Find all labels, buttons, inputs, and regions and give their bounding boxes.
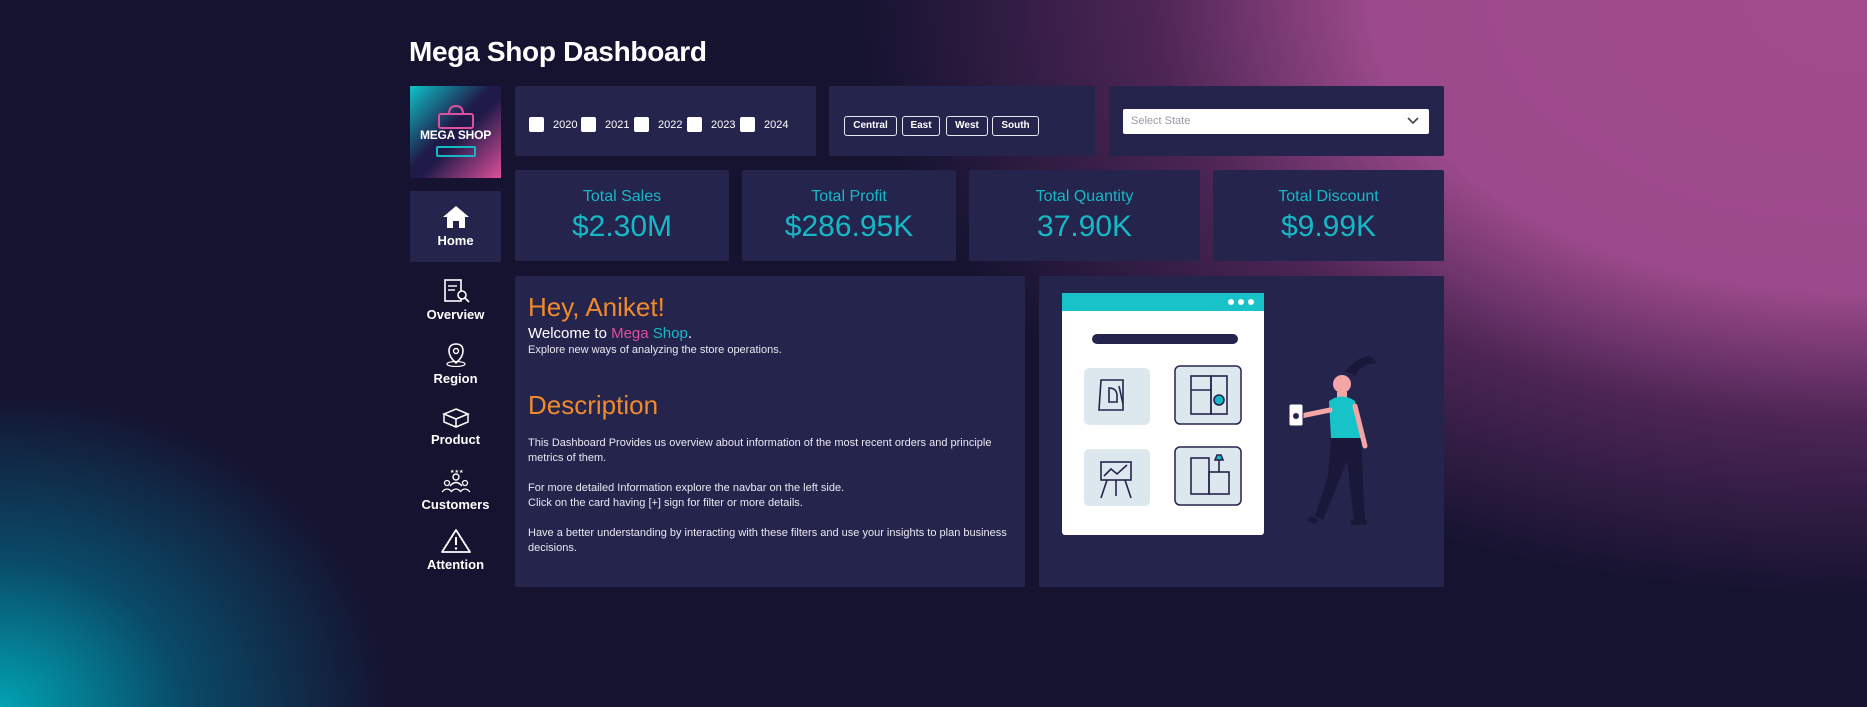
sidebar-item-product[interactable]: Product bbox=[410, 408, 501, 447]
description-paragraph: Click on the card having [+] sign for fi… bbox=[528, 497, 803, 509]
region-button-central[interactable]: Central bbox=[844, 116, 897, 136]
illustration-panel bbox=[1039, 276, 1444, 587]
kpi-label: Total Quantity bbox=[1035, 188, 1134, 205]
region-button-east[interactable]: East bbox=[902, 116, 940, 136]
kpi-card-total-quantity[interactable]: Total Quantity 37.90K bbox=[969, 170, 1200, 261]
year-label: 2023 bbox=[711, 118, 736, 131]
description-paragraph: Have a better understanding by interacti… bbox=[528, 527, 1007, 554]
kpi-value: $286.95K bbox=[784, 210, 914, 243]
brand-shop: Shop bbox=[652, 325, 688, 342]
kpi-label: Total Profit bbox=[811, 188, 887, 205]
sidebar-item-label: Home bbox=[437, 233, 474, 248]
home-icon bbox=[442, 206, 469, 228]
kpi-value: 37.90K bbox=[1036, 210, 1133, 243]
year-checkbox-2021[interactable]: 2021 bbox=[581, 117, 629, 132]
welcome-subtitle: Explore new ways of analyzing the store … bbox=[528, 344, 782, 356]
sidebar-item-home[interactable]: Home bbox=[410, 191, 501, 262]
logo[interactable]: MEGA SHOP bbox=[410, 86, 501, 178]
box-icon bbox=[441, 408, 470, 428]
sidebar-item-label: Customers bbox=[421, 497, 490, 512]
kpi-card-total-discount[interactable]: Total Discount $9.99K bbox=[1213, 170, 1444, 261]
year-label: 2024 bbox=[764, 118, 789, 131]
kpi-label: Total Sales bbox=[582, 188, 662, 205]
description-paragraph: For more detailed Information explore th… bbox=[528, 482, 845, 494]
region-button-west[interactable]: West bbox=[946, 116, 988, 136]
kpi-value: $2.30M bbox=[571, 210, 673, 243]
region-button-south[interactable]: South bbox=[992, 116, 1039, 136]
year-checkbox-2024[interactable]: 2024 bbox=[740, 117, 788, 132]
kpi-card-total-sales[interactable]: Total Sales $2.30M bbox=[515, 170, 729, 261]
svg-text:★★★: ★★★ bbox=[450, 469, 464, 475]
sidebar-item-region[interactable]: Region bbox=[410, 343, 501, 386]
greeting-heading: Hey, Aniket! bbox=[528, 292, 665, 322]
map-pin-icon bbox=[445, 343, 466, 367]
year-label: 2021 bbox=[605, 118, 630, 131]
state-select-placeholder: Select State bbox=[1131, 115, 1191, 127]
sidebar-item-label: Product bbox=[430, 432, 481, 447]
sidebar-item-label: Attention bbox=[426, 557, 485, 572]
description-paragraph: This Dashboard Provides us overview abou… bbox=[528, 437, 992, 464]
shopping-bag-icon bbox=[438, 104, 474, 129]
chevron-down-icon bbox=[1407, 117, 1419, 125]
sidebar-item-label: Overview bbox=[426, 307, 485, 322]
welcome-suffix: . bbox=[687, 325, 693, 342]
logo-text: MEGA SHOP bbox=[419, 128, 492, 142]
year-checkbox-2022[interactable]: 2022 bbox=[634, 117, 682, 132]
sidebar-item-attention[interactable]: Attention bbox=[410, 529, 501, 572]
kpi-label: Total Discount bbox=[1278, 188, 1379, 205]
sidebar-item-label: Region bbox=[433, 371, 478, 386]
logo-underline bbox=[436, 146, 476, 157]
warning-icon bbox=[440, 529, 471, 553]
year-label: 2022 bbox=[658, 118, 683, 131]
sidebar-item-customers[interactable]: ★★★ Customers bbox=[410, 469, 501, 512]
sidebar-item-overview[interactable]: Overview bbox=[410, 279, 501, 322]
welcome-prefix: Welcome to bbox=[528, 325, 612, 342]
shopping-illustration bbox=[1062, 293, 1377, 535]
document-search-icon bbox=[443, 279, 470, 303]
brand-mega: Mega bbox=[611, 325, 649, 342]
year-checkbox-2020[interactable]: 2020 bbox=[529, 117, 577, 132]
year-checkbox-2023[interactable]: 2023 bbox=[687, 117, 735, 132]
users-icon: ★★★ bbox=[441, 469, 470, 493]
page-title: Mega Shop Dashboard bbox=[409, 36, 707, 67]
description-heading: Description bbox=[528, 390, 659, 420]
year-label: 2020 bbox=[553, 118, 578, 131]
welcome-line: Welcome to Mega Shop. bbox=[528, 325, 692, 342]
kpi-card-total-profit[interactable]: Total Profit $286.95K bbox=[742, 170, 956, 261]
state-select[interactable]: Select State bbox=[1123, 109, 1429, 134]
kpi-value: $9.99K bbox=[1280, 210, 1377, 243]
